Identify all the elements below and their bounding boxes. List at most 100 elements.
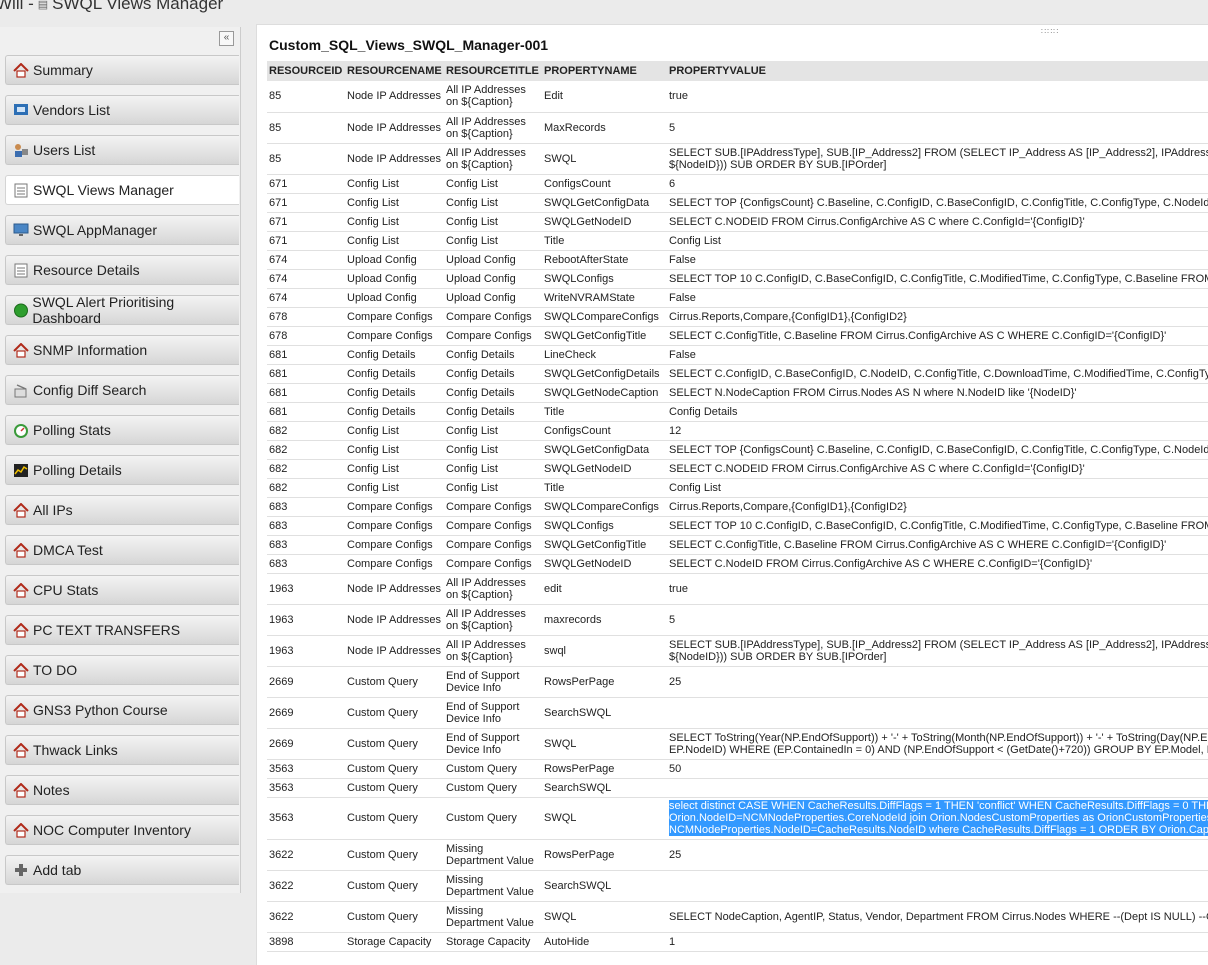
selected-text[interactable]: select distinct CASE WHEN CacheResults.D…: [669, 800, 1208, 836]
table-row[interactable]: 85 Node IP Addresses All IP Addresses on $…: [267, 112, 1208, 144]
table-row[interactable]: 683 Compare Configs Compare Configs SWQLCon…: [267, 516, 1208, 536]
table-row[interactable]: 85 Node IP Addresses All IP Addresses on $…: [267, 81, 1208, 113]
resource-id-cell: 1963: [267, 635, 345, 667]
table-row[interactable]: 3563 Custom Query Custom Query RowsPerPage 5…: [267, 759, 1208, 779]
table-row[interactable]: 681 Config Details Config Details SWQLGetNo…: [267, 383, 1208, 403]
table-row[interactable]: 3898 Storage Capacity Storage Capacity Auto…: [267, 932, 1208, 952]
table-row[interactable]: 1963 Node IP Addresses All IP Addresses on…: [267, 573, 1208, 605]
property-value-cell: 12: [667, 421, 1208, 441]
tab-vendors-list[interactable]: Vendors List: [5, 95, 239, 125]
window-title: Will - ▤ SWQL Views Manager: [0, 0, 223, 16]
table-row[interactable]: 3563 Custom Query Custom Query SearchSWQL: [267, 778, 1208, 798]
table-row[interactable]: 681 Config Details Config Details LineCheck…: [267, 345, 1208, 365]
tab-label: GNS3 Python Course: [33, 702, 168, 718]
table-row[interactable]: 671 Config List Config List SWQLGetNodeID SE…: [267, 212, 1208, 232]
table-row[interactable]: 671 Config List Config List SWQLGetConfigDa…: [267, 193, 1208, 213]
tab-summary[interactable]: Summary: [5, 55, 239, 85]
table-row[interactable]: 3563 Custom Query Custom Query SWQL select d…: [267, 797, 1208, 840]
table-row[interactable]: 681 Config Details Config Details SWQLGetCo…: [267, 364, 1208, 384]
chart-icon: [12, 462, 30, 478]
house-icon: [12, 702, 30, 718]
table-row[interactable]: 678 Compare Configs Compare Configs SWQLCom…: [267, 307, 1208, 327]
table-row[interactable]: 3622 Custom Query Missing Department Value…: [267, 870, 1208, 902]
table-row[interactable]: 2669 Custom Query End of Support Device In…: [267, 666, 1208, 698]
table-row[interactable]: 678 Compare Configs Compare Configs SWQLGet…: [267, 326, 1208, 346]
tab-swql-alert-prioritising-dashboard[interactable]: SWQL Alert Prioritising Dashboard: [5, 294, 239, 326]
tab-to-do[interactable]: TO DO: [5, 655, 239, 685]
table-row[interactable]: 674 Upload Config Upload Config RebootAfter…: [267, 250, 1208, 270]
tab-all-ips[interactable]: All IPs: [5, 495, 239, 525]
table-row[interactable]: 1963 Node IP Addresses All IP Addresses on…: [267, 604, 1208, 636]
resource-id-cell: 3563: [267, 797, 345, 840]
resource-title-cell: All IP Addresses on ${Caption}: [444, 604, 542, 636]
property-value-cell: SELECT C.NODEID FROM Cirrus.ConfigArchiv…: [667, 459, 1208, 479]
tab-thwack-links[interactable]: Thwack Links: [5, 735, 239, 765]
table-row[interactable]: 683 Compare Configs Compare Configs SWQLGet…: [267, 554, 1208, 574]
resource-name-cell: Config Details: [345, 383, 444, 403]
table-row[interactable]: 2669 Custom Query End of Support Device In…: [267, 728, 1208, 760]
table-row[interactable]: 3622 Custom Query Missing Department Value…: [267, 839, 1208, 871]
property-name-cell: SWQLGetConfigDetails: [542, 364, 667, 384]
property-value-cell: 1: [667, 932, 1208, 952]
resource-name-cell: Config List: [345, 212, 444, 232]
property-name-cell: Title: [542, 231, 667, 251]
resource-name-cell: Compare Configs: [345, 326, 444, 346]
tab-snmp-information[interactable]: SNMP Information: [5, 335, 239, 365]
drag-handle-icon[interactable]: ∷∷∷: [1041, 27, 1059, 36]
property-name-cell: edit: [542, 573, 667, 605]
resource-title-cell: Compare Configs: [444, 554, 542, 574]
table-row[interactable]: 682 Config List Config List Title Config Lis…: [267, 478, 1208, 498]
tab-notes[interactable]: Notes: [5, 775, 239, 805]
property-name-cell: SWQL: [542, 143, 667, 175]
collapse-sidebar-button[interactable]: «: [219, 31, 234, 46]
property-name-cell: MaxRecords: [542, 112, 667, 144]
tab-resource-details[interactable]: Resource Details: [5, 255, 239, 285]
table-row[interactable]: 671 Config List Config List ConfigsCount 6: [267, 174, 1208, 194]
table-row[interactable]: 681 Config Details Config Details Title Conf…: [267, 402, 1208, 422]
tab-label: Summary: [33, 62, 93, 78]
table-row[interactable]: 682 Config List Config List SWQLGetConfigDa…: [267, 440, 1208, 460]
property-name-cell: SWQL: [542, 901, 667, 933]
resource-name-cell: Upload Config: [345, 269, 444, 289]
tab-label: CPU Stats: [33, 582, 99, 598]
table-row[interactable]: 682 Config List Config List ConfigsCount 12: [267, 421, 1208, 441]
resource-id-cell: 683: [267, 497, 345, 517]
tab-swql-appmanager[interactable]: SWQL AppManager: [5, 215, 239, 245]
resource-title-cell: Config List: [444, 231, 542, 251]
tab-add-tab[interactable]: Add tab: [5, 855, 239, 885]
table-row[interactable]: 671 Config List Config List Title Config Lis…: [267, 231, 1208, 251]
tab-cpu-stats[interactable]: CPU Stats: [5, 575, 239, 605]
tab-polling-details[interactable]: Polling Details: [5, 455, 239, 485]
property-name-cell: SWQLGetConfigData: [542, 193, 667, 213]
tab-label: PC TEXT TRANSFERS: [33, 622, 181, 638]
tab-config-diff-search[interactable]: Config Diff Search: [5, 375, 239, 405]
tab-polling-stats[interactable]: Polling Stats: [5, 415, 239, 445]
resource-name-cell: Storage Capacity: [345, 932, 444, 952]
resource-title-cell: Config List: [444, 174, 542, 194]
tab-label: DMCA Test: [33, 542, 103, 558]
tab-swql-views-manager[interactable]: SWQL Views Manager: [5, 175, 239, 205]
tab-pc-text-transfers[interactable]: PC TEXT TRANSFERS: [5, 615, 239, 645]
table-row[interactable]: 674 Upload Config Upload Config SWQLConfigs…: [267, 269, 1208, 289]
tab-noc-computer-inventory[interactable]: NOC Computer Inventory: [5, 815, 239, 845]
property-value-cell: SELECT ToString(Year(NP.EndOfSupport)) +…: [667, 728, 1208, 760]
table-row[interactable]: 682 Config List Config List SWQLGetNodeID SE…: [267, 459, 1208, 479]
tab-users-list[interactable]: Users List: [5, 135, 239, 165]
table-row[interactable]: 2669 Custom Query End of Support Device In…: [267, 697, 1208, 729]
table-row[interactable]: 674 Upload Config Upload Config WriteNVRAMS…: [267, 288, 1208, 308]
table-row[interactable]: 683 Compare Configs Compare Configs SWQLGet…: [267, 535, 1208, 555]
table-row[interactable]: 1963 Node IP Addresses All IP Addresses on…: [267, 635, 1208, 667]
tab-label: SWQL Views Manager: [33, 182, 174, 198]
property-value-cell: SELECT TOP {ConfigsCount} C.Baseline, C.…: [667, 440, 1208, 460]
house-icon: [12, 662, 30, 678]
table-row[interactable]: 85 Node IP Addresses All IP Addresses on $…: [267, 143, 1208, 175]
resource-name-cell: Node IP Addresses: [345, 635, 444, 667]
resource-id-cell: 683: [267, 516, 345, 536]
tab-dmca-test[interactable]: DMCA Test: [5, 535, 239, 565]
table-row[interactable]: 3622 Custom Query Missing Department Value…: [267, 901, 1208, 933]
resource-name-cell: Config List: [345, 459, 444, 479]
tab-gns3-python-course[interactable]: GNS3 Python Course: [5, 695, 239, 725]
table-row[interactable]: 683 Compare Configs Compare Configs SWQLCom…: [267, 497, 1208, 517]
tab-label: Notes: [33, 782, 70, 798]
property-value-cell: SELECT C.ConfigTitle, C.Baseline FROM Ci…: [667, 326, 1208, 346]
